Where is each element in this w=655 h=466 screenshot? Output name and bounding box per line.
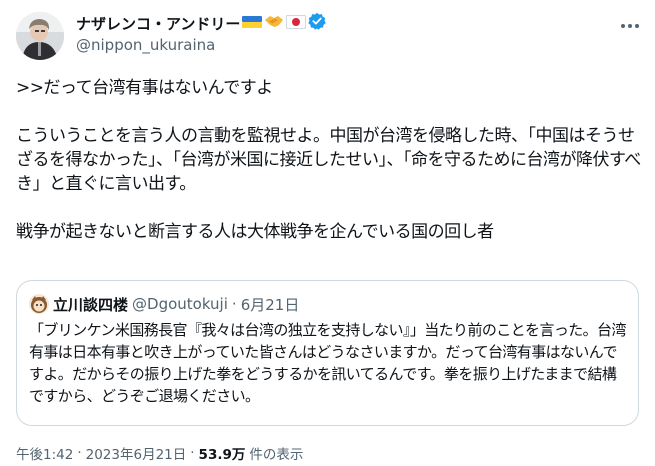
quoted-tweet-header: 立川談四楼 @Dgoutokuji · 6月21日 [29,293,299,315]
views-count[interactable]: 53.9万 [199,443,246,463]
verified-badge-icon[interactable] [308,12,327,34]
meta-separator: · [190,445,195,461]
tweet-time[interactable]: 午後1:42 [16,443,73,463]
more-options-button[interactable] [618,14,642,38]
quoted-tweet-text: 「ブリンケン米国務長官『我々は台湾の独立を支持しない』」当たり前のことを言った。… [29,321,626,405]
quoted-tweet[interactable]: 立川談四楼 @Dgoutokuji · 6月21日 「ブリンケン米国務長官『我々… [16,280,639,426]
author-display-name[interactable]: ナザレンコ・アンドリー [76,13,240,34]
quoted-date[interactable]: 6月21日 [241,294,300,315]
tweet-paragraph: >>だって台湾有事はないんですよ [16,78,273,98]
views-label: 件の表示 [249,447,304,463]
author-avatar[interactable] [16,12,64,60]
quoted-author-avatar[interactable] [29,294,49,314]
quoted-author-name[interactable]: 立川談四楼 [53,294,128,315]
avatar-photo-icon [16,12,64,60]
quoted-author-handle[interactable]: @Dgoutokuji [132,295,228,313]
author-name-row: ナザレンコ・アンドリー [76,12,327,34]
tweet-card: ナザレンコ・アンドリー @nippon_ukuraina >>だって台湾有事はな… [0,0,655,466]
japan-flag-icon [286,14,307,33]
author-handle[interactable]: @nippon_ukuraina [76,36,326,54]
tweet-paragraph-spacer [16,100,642,124]
ukraine-flag-icon [242,14,263,33]
tweet-date[interactable]: 2023年6月21日 [86,443,187,463]
quoted-avatar-icon [29,294,49,314]
author-block: ナザレンコ・アンドリー @nippon_ukuraina [76,12,327,54]
tweet-text: >>だって台湾有事はないんですよ こういうことを言う人の言動を監視せよ。中国が台… [16,76,642,244]
quoted-separator: · [231,295,237,313]
tweet-paragraph-spacer [16,196,642,220]
meta-separator: · [77,445,82,461]
tweet-paragraph: 戦争が起きないと断言する人は大体戦争を企んでいる国の回し者 [16,222,494,242]
tweet-paragraph: こういうことを言う人の言動を監視せよ。中国が台湾を侵略した時、「中国はそうせざる… [16,126,641,194]
more-dots-icon [621,24,639,28]
tweet-metadata: 午後1:42 · 2023年6月21日 · 53.9万 件の表示 [16,443,303,463]
handshake-icon [264,13,284,33]
